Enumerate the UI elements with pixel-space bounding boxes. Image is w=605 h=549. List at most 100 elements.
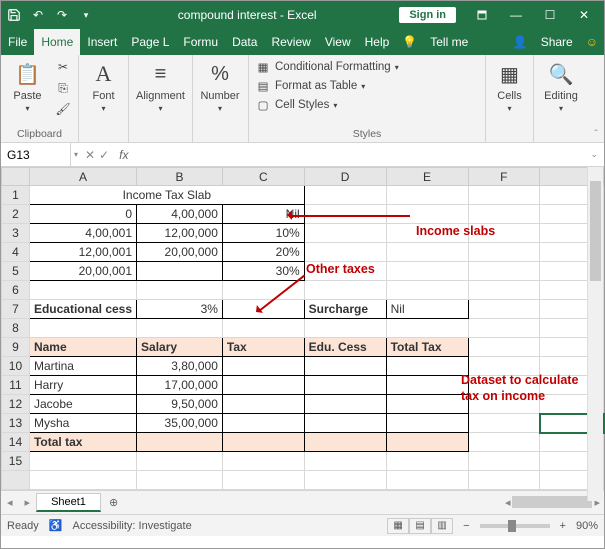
cut-icon[interactable]: ✂ (54, 58, 72, 76)
paste-button[interactable]: 📋 Paste ▾ (7, 58, 48, 113)
page-break-view-icon[interactable]: ▥ (431, 518, 453, 534)
cell[interactable]: 10% (222, 224, 304, 243)
cell[interactable]: 12,00,001 (29, 243, 136, 262)
maximize-icon[interactable]: ☐ (534, 3, 566, 27)
sheet-tab[interactable]: Sheet1 (36, 493, 101, 512)
col-header[interactable]: D (304, 168, 386, 186)
alignment-button[interactable]: ≡Alignment▾ (135, 58, 186, 113)
tell-me[interactable]: Tell me (423, 29, 475, 55)
name-box[interactable]: G13 (1, 143, 71, 166)
cell[interactable]: 17,00,000 (137, 376, 223, 395)
cell[interactable]: 0 (29, 205, 136, 224)
zoom-in-icon[interactable]: + (560, 520, 566, 532)
cell[interactable]: Surcharge (304, 300, 386, 319)
sign-in-button[interactable]: Sign in (399, 7, 456, 23)
collapse-ribbon-icon[interactable]: ˆ (588, 55, 604, 142)
share-button[interactable]: Share (534, 29, 580, 55)
col-header[interactable]: C (222, 168, 304, 186)
enter-formula-icon[interactable]: ✓ (99, 148, 109, 162)
cell[interactable]: Nil (386, 300, 468, 319)
cell[interactable]: 9,50,000 (137, 395, 223, 414)
page-layout-view-icon[interactable]: ▤ (409, 518, 431, 534)
cell[interactable] (222, 300, 304, 319)
row-header[interactable]: 12 (2, 395, 30, 414)
tab-review[interactable]: Review (264, 29, 317, 55)
cell[interactable]: 20% (222, 243, 304, 262)
font-button[interactable]: AFont▾ (85, 58, 122, 113)
cell[interactable]: 3% (137, 300, 223, 319)
qat-more-icon[interactable]: ▾ (77, 6, 95, 24)
expand-formula-icon[interactable]: ⌄ (584, 149, 604, 160)
tab-page-layout[interactable]: Page L (124, 29, 176, 55)
zoom-out-icon[interactable]: − (463, 520, 469, 532)
new-sheet-icon[interactable]: ⊕ (101, 496, 126, 509)
share-icon[interactable]: 👤 (507, 35, 534, 49)
tab-insert[interactable]: Insert (80, 29, 124, 55)
row-header[interactable]: 10 (2, 357, 30, 376)
redo-icon[interactable]: ↷ (53, 6, 71, 24)
lightbulb-icon[interactable]: 💡 (396, 35, 423, 49)
scrollbar-thumb[interactable] (590, 181, 601, 281)
vertical-scrollbar[interactable] (587, 167, 603, 501)
row-header[interactable]: 3 (2, 224, 30, 243)
save-icon[interactable] (5, 6, 23, 24)
cell[interactable]: 12,00,000 (137, 224, 223, 243)
zoom-slider[interactable] (480, 524, 550, 528)
row-header[interactable]: 7 (2, 300, 30, 319)
tab-view[interactable]: View (318, 29, 358, 55)
minimize-icon[interactable]: — (500, 3, 532, 27)
cell[interactable]: Mysha (29, 414, 136, 433)
fx-icon[interactable]: fx (113, 148, 134, 162)
select-all-corner[interactable] (2, 168, 30, 186)
cell[interactable]: 30% (222, 262, 304, 281)
close-icon[interactable]: ✕ (568, 3, 600, 27)
cells-button[interactable]: ▦Cells▾ (492, 58, 527, 113)
ribbon-options-icon[interactable] (466, 3, 498, 27)
row-header[interactable]: 14 (2, 433, 30, 452)
tab-formulas[interactable]: Formu (176, 29, 225, 55)
cell[interactable]: 4,00,001 (29, 224, 136, 243)
spreadsheet-grid[interactable]: A B C D E F 1Income Tax Slab 204,00,000N… (1, 167, 604, 490)
col-header[interactable]: A (29, 168, 136, 186)
row-header[interactable]: 4 (2, 243, 30, 262)
format-as-table-button[interactable]: ▤Format as Table▾ (255, 77, 479, 95)
row-header[interactable]: 11 (2, 376, 30, 395)
row-header[interactable]: 15 (2, 452, 30, 471)
accessibility-icon[interactable]: ♿ (49, 519, 63, 532)
tab-file[interactable]: File (1, 29, 34, 55)
format-painter-icon[interactable]: 🖌 (54, 100, 72, 118)
smiley-icon[interactable]: ☺ (580, 35, 604, 49)
row-header[interactable] (2, 471, 30, 490)
row-header[interactable]: 8 (2, 319, 30, 338)
normal-view-icon[interactable]: ▦ (387, 518, 409, 534)
tab-data[interactable]: Data (225, 29, 264, 55)
zoom-level[interactable]: 90% (576, 520, 598, 532)
sheet-nav-next-icon[interactable]: ▸ (19, 496, 37, 509)
row-header[interactable]: 13 (2, 414, 30, 433)
tab-home[interactable]: Home (34, 29, 80, 55)
cell[interactable]: Edu. Cess (304, 338, 386, 357)
col-header[interactable]: E (386, 168, 468, 186)
namebox-dropdown-icon[interactable]: ▾ (71, 150, 81, 159)
number-button[interactable]: %Number▾ (199, 58, 241, 113)
row-header[interactable]: 6 (2, 281, 30, 300)
horizontal-scrollbar[interactable]: ◂▸ (126, 496, 604, 509)
cell[interactable] (137, 262, 223, 281)
cell[interactable]: Salary (137, 338, 223, 357)
cell[interactable]: Educational cess (29, 300, 136, 319)
view-buttons[interactable]: ▦▤▥ (387, 518, 453, 534)
cell-styles-button[interactable]: ▢Cell Styles▾ (255, 96, 479, 114)
cell[interactable]: Total Tax (386, 338, 468, 357)
cell[interactable]: 35,00,000 (137, 414, 223, 433)
row-header[interactable]: 2 (2, 205, 30, 224)
tab-help[interactable]: Help (358, 29, 397, 55)
row-header[interactable]: 9 (2, 338, 30, 357)
row-header[interactable]: 5 (2, 262, 30, 281)
cell[interactable]: Martina (29, 357, 136, 376)
conditional-formatting-button[interactable]: ▦Conditional Formatting▾ (255, 58, 479, 76)
col-header[interactable]: B (137, 168, 223, 186)
cell[interactable]: Harry (29, 376, 136, 395)
editing-button[interactable]: 🔍Editing▾ (540, 58, 582, 113)
status-accessibility[interactable]: Accessibility: Investigate (73, 520, 192, 532)
cell[interactable]: Total tax (29, 433, 136, 452)
